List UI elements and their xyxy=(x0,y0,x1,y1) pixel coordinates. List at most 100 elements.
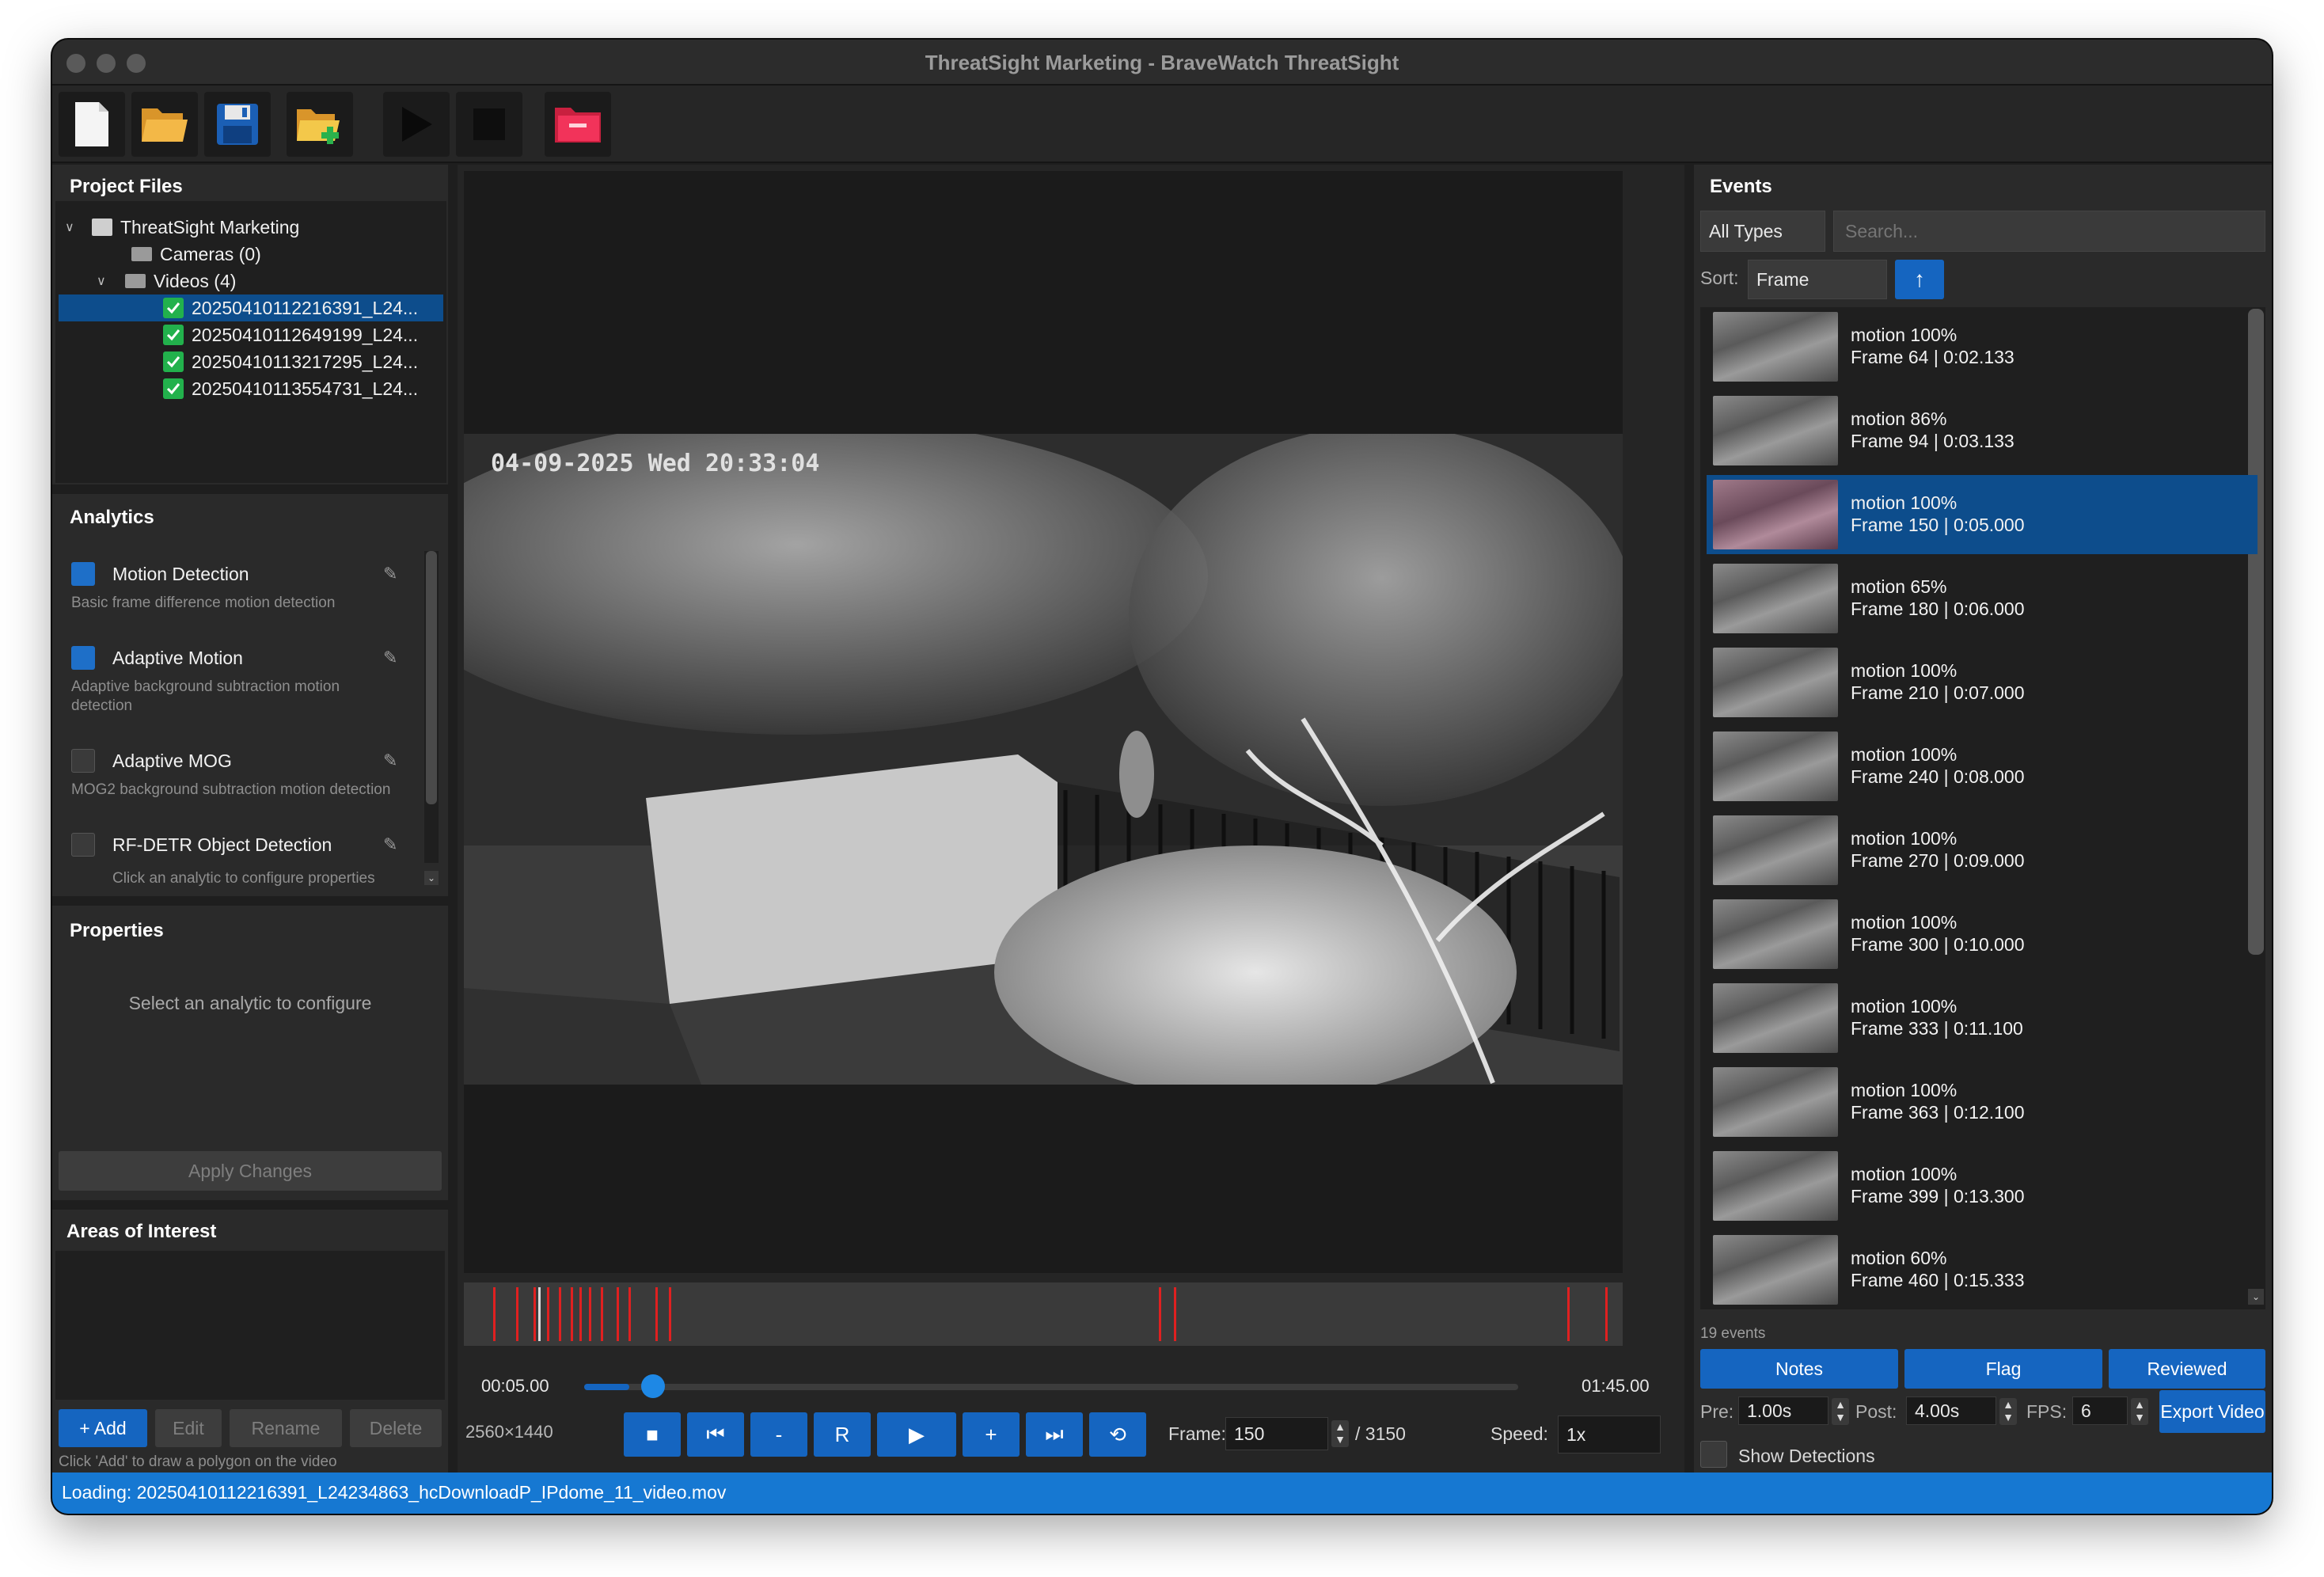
add-area-button[interactable]: + Add xyxy=(59,1409,147,1447)
edit-pencil-icon[interactable]: ✎ xyxy=(383,648,397,668)
events-search-input[interactable] xyxy=(1833,211,2265,252)
event-row[interactable]: motion 100% Frame 240 | 0:08.000 xyxy=(1707,727,2258,806)
pre-spinner[interactable]: ▲ ▼ xyxy=(1832,1398,1849,1425)
seek-bar[interactable] xyxy=(584,1374,1518,1398)
reviewed-button[interactable]: Reviewed xyxy=(2109,1349,2265,1389)
analytic-name[interactable]: RF-DETR Object Detection xyxy=(112,834,332,856)
video-frame[interactable]: 04-09-2025 Wed 20:33:04 xyxy=(464,434,1623,1085)
edit-pencil-icon[interactable]: ✎ xyxy=(383,834,397,855)
event-row[interactable]: motion 100% Frame 64 | 0:02.133 xyxy=(1707,307,2258,386)
stop-analysis-button[interactable] xyxy=(456,92,522,157)
fps-spinner[interactable]: ▲ ▼ xyxy=(2131,1398,2148,1425)
scroll-down-icon[interactable]: ⌄ xyxy=(424,871,439,885)
step-back-button[interactable]: - xyxy=(750,1412,807,1457)
video-file-item[interactable]: 20250410112649199_L24... xyxy=(163,321,418,348)
chevron-down-icon[interactable]: ∨ xyxy=(97,273,125,289)
event-row[interactable]: motion 60% Frame 460 | 0:15.333 xyxy=(1707,1230,2258,1309)
rename-area-button[interactable]: Rename xyxy=(230,1409,342,1447)
video-file-item[interactable]: 20250410113217295_L24... xyxy=(163,348,418,375)
new-file-icon xyxy=(75,102,108,146)
sort-direction-button[interactable]: ↑ xyxy=(1895,260,1944,299)
notes-button[interactable]: Notes xyxy=(1700,1349,1898,1389)
skip-start-button[interactable]: ⏮ xyxy=(687,1412,744,1457)
timeline-event-marker[interactable] xyxy=(547,1287,549,1341)
apply-changes-button[interactable]: Apply Changes xyxy=(59,1151,442,1191)
fps-label: FPS: xyxy=(2026,1401,2068,1422)
step-forward-button[interactable]: + xyxy=(963,1412,1020,1457)
chevron-down-icon[interactable]: ∨ xyxy=(65,219,92,235)
edit-pencil-icon[interactable]: ✎ xyxy=(383,564,397,584)
pre-input[interactable]: 1.00s xyxy=(1738,1396,1828,1425)
new-file-button[interactable] xyxy=(59,92,125,157)
analytic-name[interactable]: Adaptive MOG xyxy=(112,750,232,772)
event-row[interactable]: motion 100% Frame 363 | 0:12.100 xyxy=(1707,1062,2258,1142)
open-project-button[interactable] xyxy=(131,92,198,157)
timeline-event-marker[interactable] xyxy=(589,1287,591,1341)
event-row[interactable]: motion 100% Frame 150 | 0:05.000 xyxy=(1707,475,2258,554)
tree-cameras[interactable]: Cameras (0) xyxy=(131,241,261,268)
frame-spinner[interactable]: ▲ ▼ xyxy=(1331,1420,1349,1447)
timeline-event-marker[interactable] xyxy=(1567,1287,1570,1341)
analytic-checkbox[interactable] xyxy=(71,749,95,773)
reset-button[interactable]: R xyxy=(814,1412,871,1457)
close-project-button[interactable] xyxy=(545,92,611,157)
seek-handle[interactable] xyxy=(641,1374,665,1398)
event-row[interactable]: motion 86% Frame 94 | 0:03.133 xyxy=(1707,391,2258,470)
event-row[interactable]: motion 100% Frame 210 | 0:07.000 xyxy=(1707,643,2258,722)
video-file-item[interactable]: 20250410113554731_L24... xyxy=(163,375,418,402)
event-row[interactable]: motion 100% Frame 333 | 0:11.100 xyxy=(1707,978,2258,1058)
event-row[interactable]: motion 100% Frame 300 | 0:10.000 xyxy=(1707,895,2258,974)
tree-root[interactable]: ∨ ThreatSight Marketing xyxy=(65,214,299,241)
loop-button[interactable]: ⟲ xyxy=(1089,1412,1146,1457)
timeline-event-marker[interactable] xyxy=(669,1287,671,1341)
delete-area-button[interactable]: Delete xyxy=(350,1409,442,1447)
edit-area-button[interactable]: Edit xyxy=(155,1409,222,1447)
post-input[interactable]: 4.00s xyxy=(1906,1396,1996,1425)
timeline-event-marker[interactable] xyxy=(617,1287,619,1341)
add-videos-button[interactable] xyxy=(287,92,353,157)
save-project-button[interactable] xyxy=(204,92,271,157)
flag-button[interactable]: Flag xyxy=(1904,1349,2102,1389)
export-video-button[interactable]: Export Video xyxy=(2159,1390,2265,1433)
show-detections-checkbox[interactable] xyxy=(1700,1441,1727,1468)
analytic-name[interactable]: Motion Detection xyxy=(112,564,249,585)
fps-input[interactable]: 6 xyxy=(2072,1396,2128,1425)
analytic-checkbox[interactable] xyxy=(71,646,95,670)
event-type-filter[interactable]: All Types xyxy=(1700,211,1825,252)
stop-button[interactable]: ■ xyxy=(624,1412,681,1457)
timeline-event-marker[interactable] xyxy=(516,1287,518,1341)
timeline-playhead[interactable] xyxy=(538,1287,541,1341)
areas-list[interactable] xyxy=(55,1251,445,1400)
timeline-event-marker[interactable] xyxy=(1159,1287,1161,1341)
post-spinner[interactable]: ▲ ▼ xyxy=(1999,1398,2017,1425)
timeline-event-marker[interactable] xyxy=(655,1287,658,1341)
speed-select[interactable]: 1x xyxy=(1558,1416,1661,1454)
timeline-event-marker[interactable] xyxy=(534,1287,536,1341)
event-row[interactable]: motion 65% Frame 180 | 0:06.000 xyxy=(1707,559,2258,638)
timeline-event-marker[interactable] xyxy=(571,1287,573,1341)
timeline-event-marker[interactable] xyxy=(601,1287,603,1341)
analytic-name[interactable]: Adaptive Motion xyxy=(112,648,243,669)
skip-end-button[interactable]: ⏭ xyxy=(1026,1412,1083,1457)
event-row[interactable]: motion 100% Frame 270 | 0:09.000 xyxy=(1707,811,2258,890)
analytic-checkbox[interactable] xyxy=(71,833,95,857)
event-timeline[interactable] xyxy=(464,1282,1623,1346)
frame-input[interactable]: 150 xyxy=(1225,1417,1328,1450)
timeline-event-marker[interactable] xyxy=(493,1287,496,1341)
timeline-event-marker[interactable] xyxy=(1605,1287,1608,1341)
analytics-header: Analytics xyxy=(70,507,154,528)
video-resolution: 2560×1440 xyxy=(465,1422,553,1442)
edit-pencil-icon[interactable]: ✎ xyxy=(383,750,397,771)
tree-videos[interactable]: ∨ Videos (4) xyxy=(97,268,236,294)
timeline-event-marker[interactable] xyxy=(579,1287,582,1341)
event-row[interactable]: motion 100% Frame 399 | 0:13.300 xyxy=(1707,1146,2258,1226)
analytics-scrollbar[interactable] xyxy=(424,551,439,863)
timeline-event-marker[interactable] xyxy=(1174,1287,1176,1341)
play-button[interactable]: ▶ xyxy=(877,1412,956,1457)
analytic-checkbox[interactable] xyxy=(71,562,95,586)
timeline-event-marker[interactable] xyxy=(628,1287,631,1341)
timeline-event-marker[interactable] xyxy=(559,1287,561,1341)
play-analysis-button[interactable] xyxy=(383,92,450,157)
sort-select[interactable]: Frame xyxy=(1748,260,1887,299)
video-file-item[interactable]: 20250410112216391_L24... xyxy=(163,294,418,321)
